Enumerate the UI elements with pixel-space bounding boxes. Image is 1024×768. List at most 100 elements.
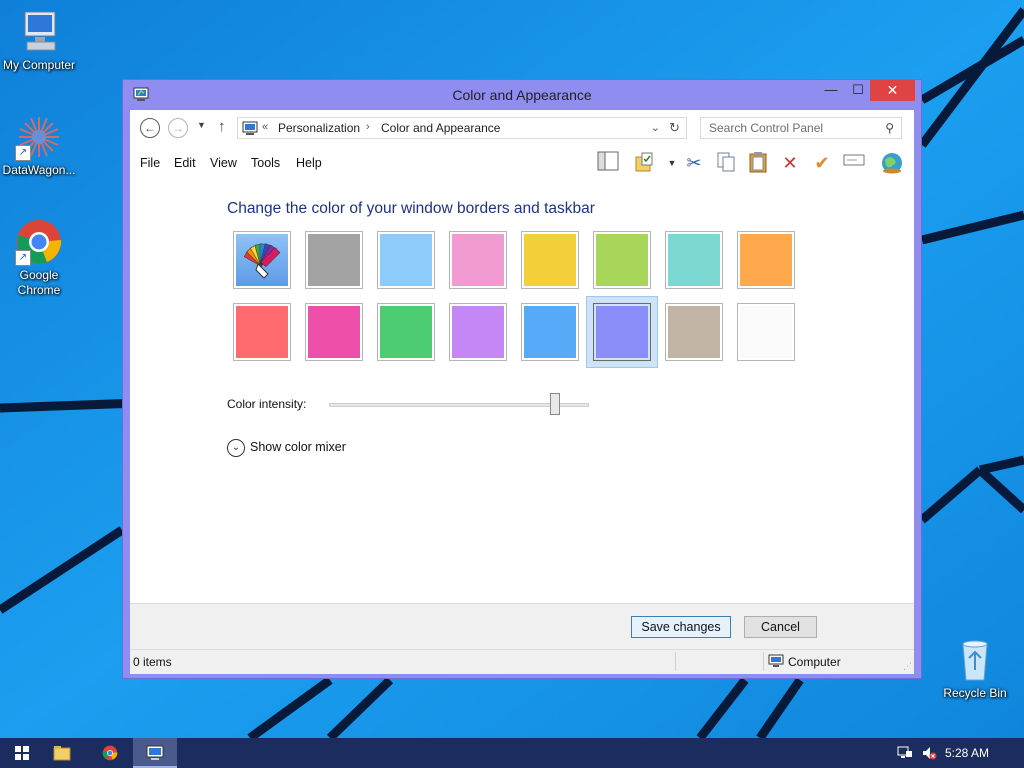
dialog-footer: Save changes Cancel <box>130 603 914 649</box>
desktop-icon-recycle-bin[interactable]: Recycle Bin <box>933 636 1017 701</box>
rename-icon[interactable] <box>842 151 866 175</box>
close-button[interactable]: ✕ <box>870 80 915 101</box>
swatch-fill <box>524 306 576 358</box>
color-intensity-slider-thumb[interactable] <box>550 393 560 415</box>
swatch-frame <box>737 231 795 289</box>
refresh-icon[interactable]: ↻ <box>669 120 680 136</box>
volume-muted-icon[interactable] <box>921 745 937 761</box>
title-bar[interactable]: Color and Appearance — ☐ ✕ <box>123 80 921 110</box>
swatch-frame <box>233 231 291 289</box>
properties-check-icon[interactable]: ✔ <box>810 151 834 175</box>
desktop-icon-google-chrome[interactable]: ↗ Google Chrome <box>0 218 81 298</box>
swatch-frame <box>665 231 723 289</box>
window-client-area: ← → ▼ ↑ « Personalization › Color and Ap… <box>130 110 914 674</box>
color-appearance-window: Color and Appearance — ☐ ✕ ← → ▼ ↑ « Per… <box>122 79 922 679</box>
color-swatch-red[interactable] <box>233 303 291 361</box>
menu-tools[interactable]: Tools <box>251 156 280 170</box>
search-icon[interactable]: ⚲ <box>885 121 894 135</box>
arrow-right-icon: → <box>172 121 184 135</box>
menu-help[interactable]: Help <box>296 156 322 170</box>
folder-options-icon[interactable] <box>633 151 657 175</box>
back-button[interactable]: ← <box>140 118 160 138</box>
color-swatch-pink[interactable] <box>449 231 507 289</box>
chrome-taskbar-button[interactable] <box>88 738 132 768</box>
page-heading: Change the color of your window borders … <box>227 200 595 217</box>
color-swatch-green[interactable] <box>377 303 435 361</box>
color-swatch-magenta[interactable] <box>305 303 363 361</box>
up-button[interactable]: ↑ <box>218 118 226 135</box>
cut-icon[interactable]: ✂ <box>682 151 706 175</box>
computer-icon <box>15 8 63 56</box>
layout-pane-icon[interactable] <box>596 151 620 175</box>
swatch-frame <box>449 303 507 361</box>
paste-icon[interactable] <box>746 151 770 175</box>
desktop-icon-datawagon[interactable]: ↗ DataWagon... <box>0 113 81 178</box>
color-swatch-blue[interactable] <box>521 303 579 361</box>
breadcrumb-separator-icon[interactable]: › <box>366 121 370 133</box>
color-swatch-white[interactable] <box>737 303 795 361</box>
control-panel-taskbar-button[interactable] <box>133 738 177 768</box>
address-dropdown-icon[interactable]: ⌄ <box>651 121 660 134</box>
menu-edit[interactable]: Edit <box>174 156 196 170</box>
swatch-fill <box>308 234 360 286</box>
breadcrumb-color-appearance[interactable]: Color and Appearance <box>381 121 500 135</box>
address-bar[interactable]: « Personalization › Color and Appearance… <box>237 117 687 139</box>
desktop-icon-my-computer[interactable]: My Computer <box>0 8 81 73</box>
shortcut-arrow-icon: ↗ <box>15 145 31 161</box>
search-placeholder: Search Control Panel <box>709 121 824 135</box>
menu-bar: File Edit View Tools Help ▼ ✂ ✕ ✔ <box>130 148 914 178</box>
chevron-down-icon[interactable]: ⌄ <box>227 439 245 457</box>
swatch-frame <box>377 231 435 289</box>
delete-icon[interactable]: ✕ <box>778 151 802 175</box>
swatch-frame <box>521 231 579 289</box>
cancel-button[interactable]: Cancel <box>744 616 817 638</box>
start-button[interactable] <box>0 738 44 768</box>
swatch-fill <box>452 306 504 358</box>
network-icon[interactable] <box>897 745 913 761</box>
color-swatch-periwinkle[interactable] <box>593 303 651 361</box>
forward-button[interactable]: → <box>168 118 188 138</box>
chrome-icon <box>102 745 118 761</box>
swatch-fill <box>524 234 576 286</box>
swatch-frame <box>377 303 435 361</box>
color-swatch-automatic[interactable] <box>233 231 291 289</box>
swatch-frame <box>593 303 651 361</box>
color-swatch-orange[interactable] <box>737 231 795 289</box>
desktop-icon-label: Recycle Bin <box>943 686 1007 700</box>
control-panel-icon <box>242 120 258 136</box>
swatch-frame <box>593 231 651 289</box>
swatch-frame <box>521 303 579 361</box>
color-swatch-taupe[interactable] <box>665 303 723 361</box>
color-swatch-teal[interactable] <box>665 231 723 289</box>
computer-icon <box>768 654 784 668</box>
show-color-mixer-link[interactable]: Show color mixer <box>250 440 346 454</box>
color-swatch-gray[interactable] <box>305 231 363 289</box>
taskbar-clock[interactable]: 5:28 AM <box>945 746 989 760</box>
maximize-button[interactable]: ☐ <box>843 80 873 101</box>
globe-icon[interactable] <box>880 151 904 175</box>
minimize-button[interactable]: — <box>816 80 846 101</box>
color-swatch-light-blue[interactable] <box>377 231 435 289</box>
save-changes-button[interactable]: Save changes <box>631 616 731 638</box>
copy-icon[interactable] <box>714 151 738 175</box>
search-input[interactable]: Search Control Panel ⚲ <box>700 117 902 139</box>
breadcrumb-personalization[interactable]: Personalization <box>278 121 360 135</box>
resize-grip-icon[interactable]: ⋰ <box>903 661 912 672</box>
arrow-up-icon: ↑ <box>218 118 226 135</box>
breadcrumb-overflow[interactable]: « <box>262 121 268 133</box>
datawagon-icon: ↗ <box>15 113 63 161</box>
file-explorer-taskbar-button[interactable] <box>40 738 84 768</box>
color-swatch-lime[interactable] <box>593 231 651 289</box>
menu-view[interactable]: View <box>210 156 237 170</box>
taskbar: 5:28 AM <box>0 738 1024 768</box>
swatch-frame <box>737 303 795 361</box>
color-swatch-purple[interactable] <box>449 303 507 361</box>
color-swatch-yellow[interactable] <box>521 231 579 289</box>
options-dropdown-icon[interactable]: ▼ <box>660 151 684 175</box>
shortcut-arrow-icon: ↗ <box>15 250 31 266</box>
menu-file[interactable]: File <box>140 156 160 170</box>
swatch-fill <box>236 306 288 358</box>
recent-locations-dropdown[interactable]: ▼ <box>197 120 206 130</box>
control-panel-icon <box>146 745 164 760</box>
item-count: 0 items <box>133 655 172 669</box>
